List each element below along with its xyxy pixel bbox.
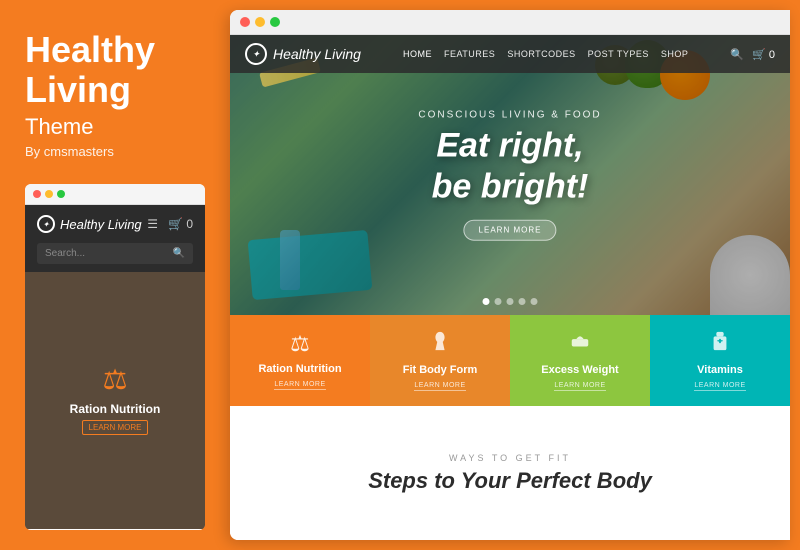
dot-red <box>240 17 250 27</box>
site-header: ✦ Healthy Living HOME FEATURES SHORTCODE… <box>230 35 790 73</box>
vitamins-icon <box>709 330 731 358</box>
hero-section: ✦ Healthy Living HOME FEATURES SHORTCODE… <box>230 35 790 315</box>
main-browser: ✦ Healthy Living HOME FEATURES SHORTCODE… <box>230 10 790 540</box>
fit-body-icon <box>429 330 451 358</box>
nav-post-types[interactable]: POST TYPES <box>588 49 649 59</box>
hero-dot-4[interactable] <box>519 298 526 305</box>
browser-titlebar <box>230 10 790 35</box>
site-logo: ✦ Healthy Living <box>245 43 361 65</box>
dot-yellow <box>255 17 265 27</box>
browser-content: ✦ Healthy Living HOME FEATURES SHORTCODE… <box>230 35 790 540</box>
theme-title: Healthy Living Theme By cmsmasters <box>25 30 205 184</box>
tile-excess-weight[interactable]: Excess Weight LEARN MORE <box>510 315 650 406</box>
mini-logo: ✦ Healthy Living <box>37 215 142 233</box>
tile-vitamins[interactable]: Vitamins LEARN MORE <box>650 315 790 406</box>
category-tiles: ⚖ Ration Nutrition LEARN MORE Fit Body F… <box>230 315 790 406</box>
site-nav: HOME FEATURES SHORTCODES POST TYPES SHOP <box>403 49 688 59</box>
nav-shop[interactable]: SHOP <box>661 49 689 59</box>
dot-green <box>270 17 280 27</box>
hero-text-block: Conscious Living & Food Eat right, be br… <box>418 110 601 241</box>
nav-features[interactable]: FEATURES <box>444 49 495 59</box>
hero-dot-2[interactable] <box>495 298 502 305</box>
hero-learn-more-button[interactable]: LEARN MORE <box>464 219 557 240</box>
nav-home[interactable]: HOME <box>403 49 432 59</box>
mini-category-icon: ⚖ <box>102 366 127 394</box>
mini-logo-icon: ✦ <box>37 215 55 233</box>
hero-dot-3[interactable] <box>507 298 514 305</box>
mini-search-icon: 🔍 <box>173 248 185 259</box>
mini-menu-icon: ☰ <box>147 217 158 231</box>
hero-background: Conscious Living & Food Eat right, be br… <box>230 35 790 315</box>
hero-dot-5[interactable] <box>531 298 538 305</box>
ration-nutrition-icon: ⚖ <box>290 331 310 357</box>
nav-shortcodes[interactable]: SHORTCODES <box>507 49 575 59</box>
excess-weight-icon <box>569 330 591 358</box>
mini-browser-preview: ✦ Healthy Living ☰ 🛒 0 Search... 🔍 ⚖ Rat… <box>25 184 205 530</box>
cart-icon[interactable]: 🛒 0 <box>752 48 775 61</box>
left-panel: Healthy Living Theme By cmsmasters ✦ Hea… <box>0 0 230 550</box>
search-icon[interactable]: 🔍 <box>730 48 744 61</box>
mini-content: ✦ Healthy Living ☰ 🛒 0 Search... 🔍 ⚖ Rat… <box>25 205 205 529</box>
mini-titlebar <box>25 184 205 205</box>
hero-title: Eat right, be bright! <box>418 126 601 208</box>
mini-nav: ✦ Healthy Living ☰ 🛒 0 <box>25 205 205 243</box>
mini-search-bar[interactable]: Search... 🔍 <box>37 243 193 264</box>
mini-cart-icon: 🛒 0 <box>168 217 193 231</box>
mini-dot-red <box>33 190 41 198</box>
mini-dot-green <box>57 190 65 198</box>
mini-dot-yellow <box>45 190 53 198</box>
bottom-section: WAYS TO GET FIT Steps to Your Perfect Bo… <box>230 406 790 540</box>
tile-ration-nutrition[interactable]: ⚖ Ration Nutrition LEARN MORE <box>230 315 370 406</box>
hero-dot-1[interactable] <box>483 298 490 305</box>
nav-icons: 🔍 🛒 0 <box>730 48 775 61</box>
mini-hero-area: ⚖ Ration Nutrition LEARN MORE <box>25 272 205 529</box>
site-logo-icon: ✦ <box>245 43 267 65</box>
mini-nav-icons: ☰ 🛒 0 <box>147 217 193 231</box>
tile-fit-body[interactable]: Fit Body Form LEARN MORE <box>370 315 510 406</box>
hero-dots <box>483 298 538 305</box>
